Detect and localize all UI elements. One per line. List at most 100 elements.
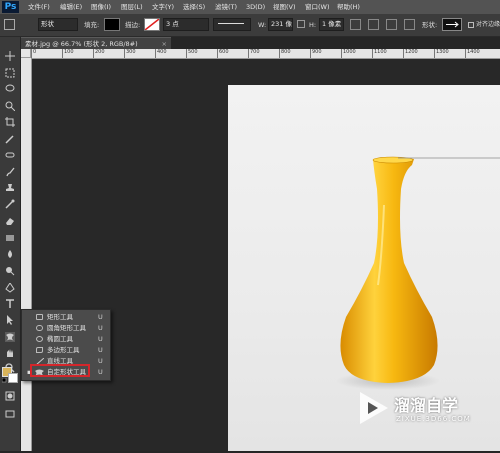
ellipse-icon [36,336,43,342]
eyedropper-tool-icon[interactable] [5,134,15,144]
watermark-url: ZIXUE.3D66.COM [396,415,471,423]
menu-window[interactable]: 窗口(W) [305,0,330,14]
shortcut-key: U [98,346,103,354]
height-label: H: [309,21,317,29]
ruler-tick: 1000 [341,49,356,58]
polygon-tool-option[interactable]: 多边形工具 U [22,345,110,356]
gradient-tool-icon[interactable] [5,233,15,243]
shape-picker[interactable] [442,18,462,31]
shortcut-key: U [98,335,103,343]
menu-3d[interactable]: 3D(D) [246,0,265,14]
menu-image[interactable]: 图像(I) [91,0,111,14]
ruler-tick: 1400 [465,49,480,58]
polygon-tool-label: 多边形工具 [47,346,80,354]
rounded-rectangle-tool-label: 圆角矩形工具 [47,324,86,332]
mode-select[interactable]: 形状 [38,18,78,31]
ellipse-tool-label: 椭圆工具 [47,335,73,343]
menu-layer[interactable]: 图层(L) [121,0,143,14]
shortcut-key: U [98,324,103,332]
shape-label: 形状: [422,21,438,29]
ruler-tick: 100 [62,49,74,58]
rounded-rectangle-tool-option[interactable]: 圆角矩形工具 U [22,323,110,334]
photoshop-logo: Ps [2,1,19,13]
play-logo-icon [360,392,388,424]
rounded-rectangle-icon [36,325,43,331]
height-input[interactable]: 1 像素 [319,18,344,31]
blur-tool-icon[interactable] [5,249,15,259]
clone-stamp-tool-icon[interactable] [5,183,15,193]
width-label: W: [258,21,267,29]
path-arrangement-icon[interactable] [386,19,397,30]
lasso-tool-icon[interactable] [5,84,15,94]
shortcut-key: U [98,357,103,365]
pen-tool-icon[interactable] [5,283,15,293]
menu-view[interactable]: 视图(V) [273,0,296,14]
ruler-tick: 500 [186,49,198,58]
hand-tool-icon[interactable] [5,348,15,358]
menu-filter[interactable]: 滤镜(T) [215,0,237,14]
rectangle-tool-label: 矩形工具 [47,313,73,321]
ruler-tick: 900 [310,49,322,58]
stroke-width-select[interactable]: 3 点 [163,18,209,31]
eraser-tool-icon[interactable] [5,216,15,226]
ellipse-tool-option[interactable]: 椭圆工具 U [22,334,110,345]
horizontal-ruler[interactable]: 0 100 200 300 400 500 600 700 800 900 10… [31,49,500,59]
dodge-tool-icon[interactable] [5,266,15,276]
stroke-swatch[interactable] [144,18,160,31]
menu-file[interactable]: 文件(F) [28,0,50,14]
stroke-label: 描边: [125,21,141,29]
menu-help[interactable]: 帮助(H) [337,0,360,14]
custom-shape-tool-button[interactable] [5,332,15,342]
align-edges-label: 对齐边缘 [476,21,500,28]
ruler-tick: 700 [248,49,260,58]
quick-mask-icon[interactable] [5,391,15,401]
crop-tool-icon[interactable] [5,117,15,127]
options-bar: 形状 填充: 描边: 3 点 W: 231 像 H: 1 像素 形状: 对齐边缘 [0,14,500,37]
document-tab[interactable]: 素材.jpg @ 66.7% (形状 2, RGB/8#) × [21,37,171,49]
menu-type[interactable]: 文字(Y) [152,0,174,14]
healing-brush-tool-icon[interactable] [5,150,15,160]
fill-label: 填充: [84,21,100,29]
ruler-tick: 400 [155,49,167,58]
watermark-brand: 溜溜自学 [394,396,459,415]
menu-select[interactable]: 选择(S) [183,0,205,14]
stroke-type-select[interactable] [213,18,251,31]
ruler-tick: 1300 [434,49,449,58]
custom-shape-tool-icon[interactable] [4,19,15,30]
quick-selection-tool-icon[interactable] [5,101,15,111]
ruler-tick: 1200 [403,49,418,58]
ruler-tick: 600 [217,49,229,58]
shortcut-key: U [98,313,103,321]
menu-edit[interactable]: 编辑(E) [60,0,82,14]
vertical-ruler[interactable] [21,58,32,451]
gear-icon[interactable] [404,19,415,30]
fill-swatch[interactable] [104,18,120,31]
rectangle-tool-option[interactable]: 矩形工具 U [22,312,110,323]
path-selection-tool-icon[interactable] [5,315,15,325]
link-icon[interactable] [297,20,305,28]
path-operations-icon[interactable] [350,19,361,30]
no-color-icon [144,18,160,31]
marquee-tool-icon[interactable] [5,68,15,78]
shortcut-key: U [98,368,103,376]
background-color-swatch[interactable] [8,373,18,383]
screen-mode-icon[interactable] [5,409,15,419]
arrow-shape-icon [446,21,459,28]
ruler-tick: 0 [31,49,36,58]
move-tool-icon[interactable] [5,51,15,61]
menu-bar: Ps 文件(F) 编辑(E) 图像(I) 图层(L) 文字(Y) 选择(S) 滤… [0,0,500,14]
ruler-origin[interactable] [21,49,31,58]
width-input[interactable]: 231 像 [268,18,293,31]
rectangle-icon [36,314,43,320]
tools-panel [0,37,21,451]
history-brush-tool-icon[interactable] [5,199,15,209]
ruler-tick: 300 [124,49,136,58]
align-edges-checkbox[interactable] [468,22,474,28]
polygon-icon [36,347,43,353]
type-tool-icon[interactable] [5,299,15,309]
path-alignment-icon[interactable] [368,19,379,30]
ruler-tick: 200 [93,49,105,58]
ruler-tick: 800 [279,49,291,58]
document-title: 素材.jpg @ 66.7% (形状 2, RGB/8#) [25,40,138,48]
brush-tool-icon[interactable] [5,167,15,177]
